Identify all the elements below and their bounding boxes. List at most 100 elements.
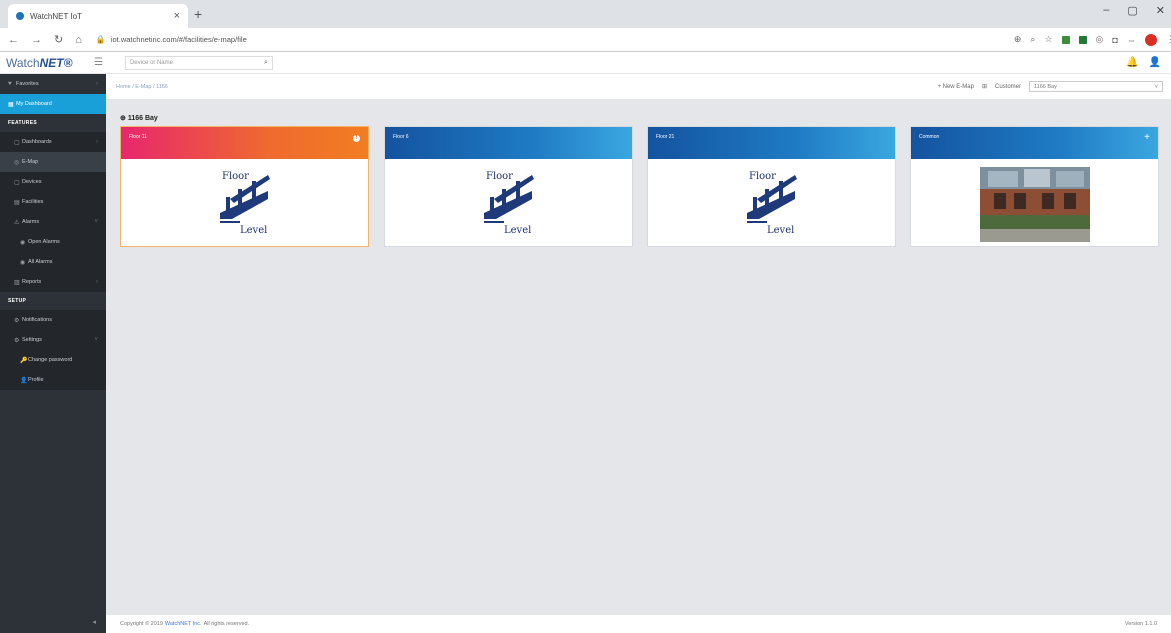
star-icon[interactable]: ☆ [1044, 34, 1052, 45]
reload-icon[interactable]: ↻ [54, 33, 63, 46]
level-word: Level [504, 225, 531, 236]
forward-arrow-icon[interactable]: → [31, 34, 42, 46]
menu-kebab-icon[interactable]: ⋮ [1166, 34, 1171, 45]
map-icon: ◎ [14, 159, 20, 166]
browser-tab[interactable]: WatchNET IoT × [8, 4, 188, 28]
extension-icon[interactable] [1078, 35, 1087, 44]
maximize-button[interactable]: ▢ [1127, 4, 1137, 17]
home-icon[interactable]: ⌂ [75, 34, 82, 46]
sidebar-item-notifications[interactable]: ⚙ Notifications [0, 310, 106, 330]
notifications-icon: ⚙ [14, 317, 20, 324]
card-header: Common + [911, 127, 1158, 159]
hamburger-icon[interactable]: ☰ [94, 57, 103, 68]
location-icon[interactable]: ⊕ [1014, 34, 1022, 45]
alert-badge-icon: ! [353, 135, 360, 142]
sidebar-item-dashboards[interactable]: ▢ Dashboards › [0, 132, 106, 152]
search-placeholder: Device or Name [129, 59, 173, 66]
close-window-button[interactable]: ✕ [1156, 4, 1165, 17]
main-content: Home / E-Map / 1166 + New E-Map ⊞ Custom… [106, 74, 1171, 615]
sidebar-section-features: FEATURES [8, 120, 37, 126]
card-title: Floor 6 [393, 134, 409, 140]
reports-icon: ▥ [14, 279, 20, 286]
sidebar-item-reports[interactable]: ▥ Reports › [0, 272, 106, 292]
sidebar-item-change-password[interactable]: 🔑 Change password [0, 350, 106, 370]
search-input[interactable]: Device or Name ⌕ [124, 55, 273, 70]
chevron-right-icon: › [96, 139, 98, 145]
breadcrumb[interactable]: Home / E-Map / 1166 [116, 84, 168, 90]
building-icon: ▤ [14, 199, 20, 206]
minimize-button[interactable]: – [1103, 4, 1109, 17]
sidebar-footer: ◂ [0, 613, 106, 633]
card-header: Floor 21 [648, 127, 895, 159]
extension-icon[interactable]: ⇔ [1127, 35, 1136, 45]
map-card-floor-21[interactable]: Floor 21 Floor Level [647, 126, 896, 247]
customer-select[interactable]: 1166 Bay ˅ [1029, 81, 1163, 92]
map-card-floor-6[interactable]: Floor 6 Floor Level [384, 126, 633, 247]
app-header: WatchNET® ☰ Device or Name ⌕ 🔔 👤 [0, 52, 1171, 74]
tab-title: WatchNET IoT [30, 11, 83, 21]
collapse-sidebar-icon[interactable]: ◂ [92, 618, 96, 626]
user-icon[interactable]: 👤 [1149, 57, 1161, 68]
url-text: iot.watchnetinc.com/#/facilities/e-map/f… [110, 35, 247, 44]
header-actions: 🔔 👤 [1126, 57, 1171, 68]
chevron-right-icon: › [96, 279, 98, 285]
bell-icon[interactable]: 🔔 [1126, 57, 1138, 68]
customer-label: Customer [994, 83, 1021, 90]
sidebar-item-devices[interactable]: ▢ Devices [0, 172, 106, 192]
address-bar: ← → ↻ ⌂ 🔒 iot.watchnetinc.com/#/faciliti… [0, 28, 1171, 52]
card-title: Floor 11 [129, 134, 147, 140]
breadcrumb-bar: Home / E-Map / 1166 + New E-Map ⊞ Custom… [106, 74, 1171, 100]
chevron-down-icon: ˅ [94, 219, 98, 225]
extension-icon[interactable] [1061, 35, 1070, 44]
sidebar-item-profile[interactable]: 👤 Profile [0, 370, 106, 390]
app-logo[interactable]: WatchNET® [0, 56, 100, 70]
sidebar-item-my-dashboard[interactable]: ▦ My Dashboard [0, 94, 106, 114]
dashboards-icon: ▢ [14, 139, 20, 146]
new-tab-button[interactable]: + [194, 6, 202, 22]
sidebar-item-open-alarms[interactable]: ◉ Open Alarms [0, 232, 106, 252]
map-card-common[interactable]: Common + [910, 126, 1159, 247]
card-title: Common [919, 134, 940, 140]
map-card-floor-11[interactable]: Floor 11 ! Floor Level [120, 126, 369, 247]
floor-level-icon: Floor Level [219, 171, 270, 236]
grid-icon[interactable]: ⊞ [982, 83, 987, 90]
building-photo [980, 167, 1090, 242]
extension-icon[interactable]: ◘ [1112, 35, 1117, 45]
copyright-prefix: Copyright © 2019 [120, 621, 163, 627]
url-field[interactable]: 🔒 iot.watchnetinc.com/#/facilities/e-map… [94, 31, 1014, 49]
warning-icon: ⚠ [14, 219, 20, 226]
company-link[interactable]: WatchNET Inc. [165, 621, 202, 627]
toolbar: + New E-Map ⊞ Customer 1166 Bay ˅ [937, 81, 1171, 92]
sidebar-item-e-map[interactable]: ◎ E-Map [0, 152, 106, 172]
add-icon[interactable]: + [1144, 132, 1150, 143]
sidebar-item-favorites[interactable]: ♥ Favorites › [0, 74, 106, 94]
sidebar: ♥ Favorites › ▦ My Dashboard FEATURES ▢ … [0, 74, 106, 633]
lock-icon: 🔒 [95, 35, 106, 44]
chevron-right-icon: › [96, 81, 98, 87]
dot-icon: ◉ [20, 239, 26, 246]
new-e-map-button[interactable]: + New E-Map [937, 84, 974, 90]
zoom-icon[interactable]: ⌕ [1030, 34, 1035, 45]
card-title: Floor 21 [656, 134, 675, 140]
search-icon[interactable]: ⌕ [264, 59, 268, 67]
tab-close-icon[interactable]: × [174, 10, 180, 22]
key-icon: 🔑 [20, 357, 28, 364]
back-arrow-icon[interactable]: ← [8, 34, 19, 46]
floor-word: Floor [749, 171, 776, 182]
profile-avatar[interactable] [1144, 33, 1157, 46]
sidebar-item-alarms[interactable]: ⚠ Alarms ˅ [0, 212, 106, 232]
devices-icon: ▢ [14, 179, 20, 186]
sidebar-item-settings[interactable]: ⚙ Settings ˅ [0, 330, 106, 350]
extension-icon[interactable]: ◎ [1096, 34, 1104, 45]
building-icon: ⊕ [120, 115, 126, 122]
dashboard-icon: ▦ [8, 101, 14, 108]
level-word: Level [767, 225, 794, 236]
sidebar-item-all-alarms[interactable]: ◉ All Alarms [0, 252, 106, 272]
profile-icon: 👤 [20, 377, 28, 384]
copyright-suffix: All rights reserved. [203, 621, 250, 627]
page-footer: Copyright © 2019 WatchNET Inc. All right… [106, 615, 1171, 633]
sidebar-item-facilities[interactable]: ▤ Facilities [0, 192, 106, 212]
version-label: Version 1.1.0 [1124, 621, 1157, 627]
window-controls: – ▢ ✕ [1103, 4, 1165, 17]
floor-level-icon: Floor Level [746, 171, 797, 236]
